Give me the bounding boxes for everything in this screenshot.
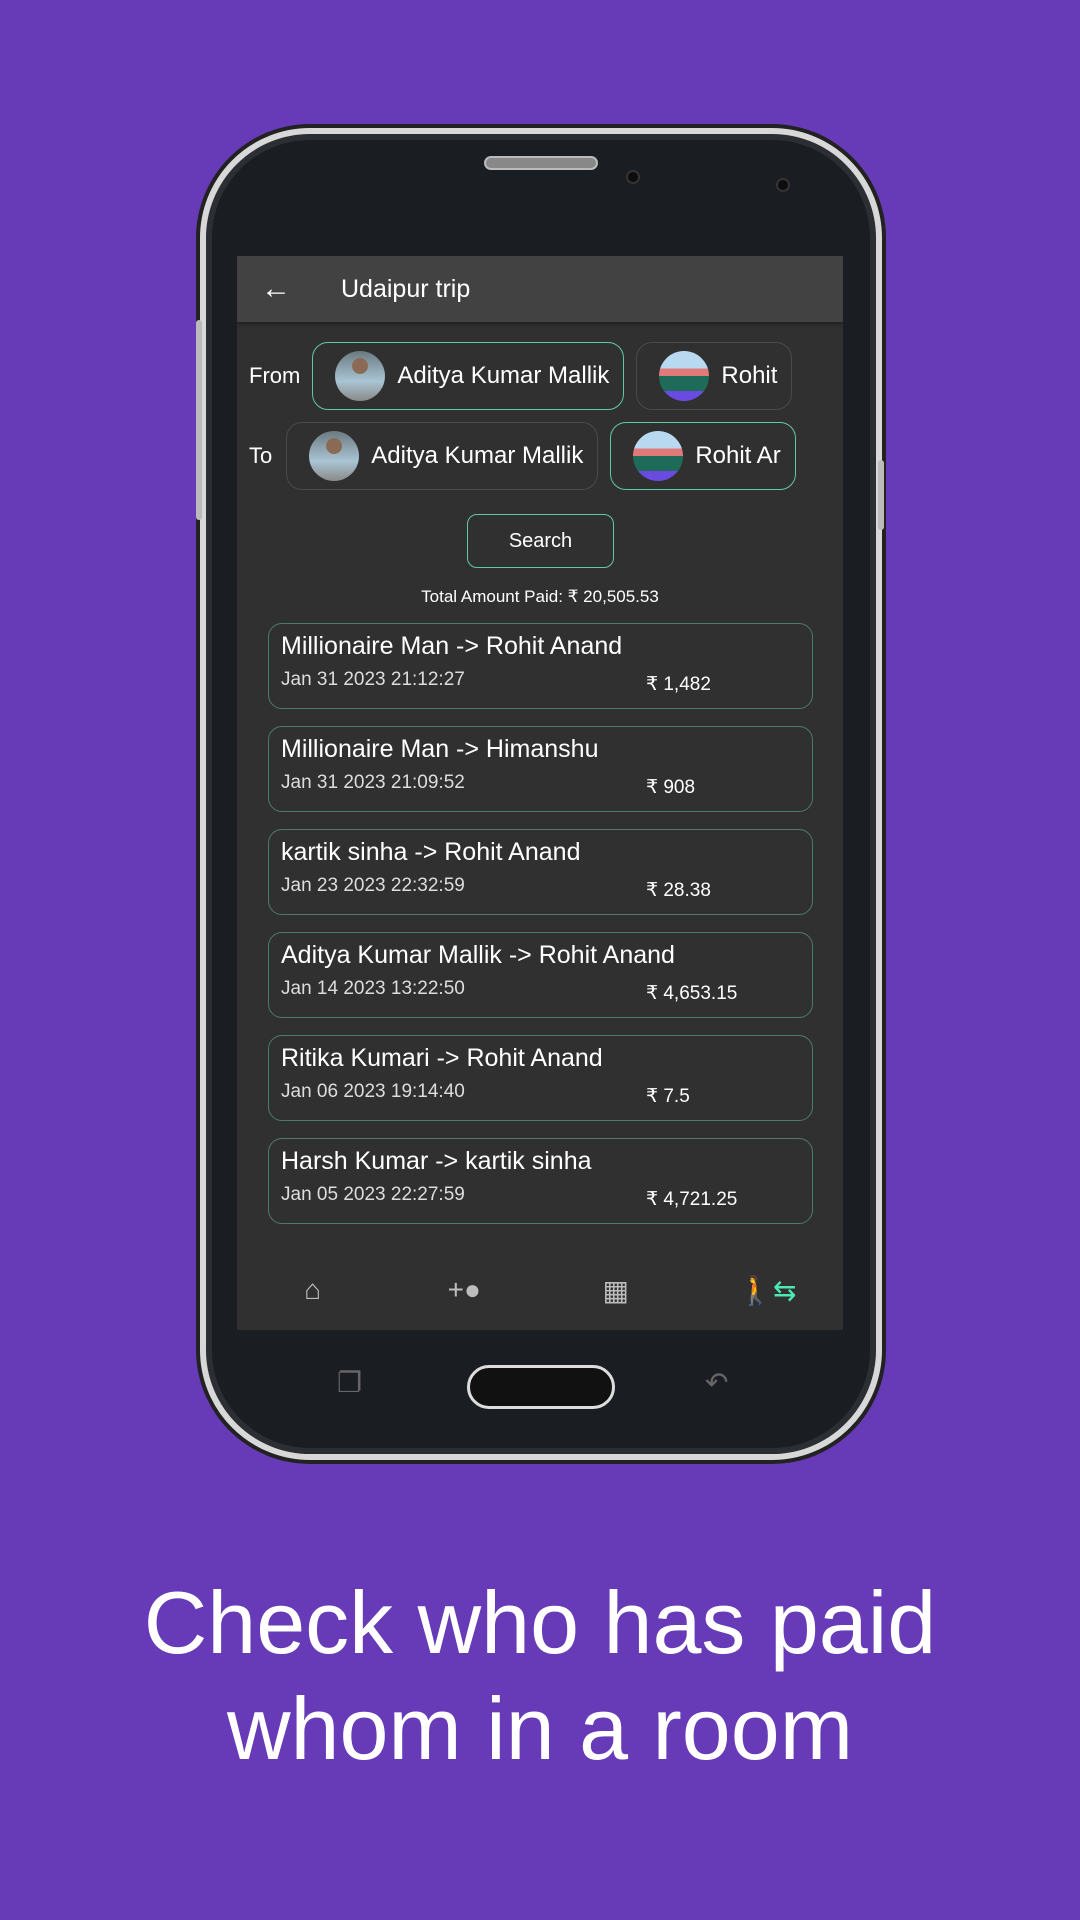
avatar: [309, 431, 360, 481]
add-person-icon[interactable]: +●: [434, 1274, 494, 1306]
transaction-card[interactable]: kartik sinha -> Rohit Anand Jan 23 2023 …: [268, 829, 813, 915]
caption: Check who has paid whom in a room: [0, 1570, 1080, 1782]
from-row: From Aditya Kumar Mallik Rohit: [249, 342, 804, 410]
transaction-amount: ₹ 28.38: [646, 880, 711, 901]
app-bar: ← Udaipur trip: [237, 256, 843, 322]
avatar: [659, 351, 710, 401]
transaction-names: Harsh Kumar -> kartik sinha: [281, 1147, 592, 1175]
chip-label: Rohit Ar: [695, 442, 781, 469]
total-amount: Total Amount Paid: ₹ 20,505.53: [421, 587, 659, 606]
transaction-card[interactable]: Ritika Kumari -> Rohit Anand Jan 06 2023…: [268, 1035, 813, 1121]
from-label: From: [249, 363, 301, 388]
sensor-icon: [776, 178, 790, 192]
transaction-card[interactable]: Millionaire Man -> Rohit Anand Jan 31 20…: [268, 623, 813, 709]
to-row: To Aditya Kumar Mallik Rohit Ar: [249, 422, 808, 490]
chart-icon[interactable]: ▦: [586, 1274, 646, 1307]
avatar: [335, 351, 386, 401]
from-chip[interactable]: Aditya Kumar Mallik: [312, 342, 625, 410]
home-button[interactable]: [467, 1365, 615, 1409]
transaction-names: Millionaire Man -> Himanshu: [281, 735, 599, 763]
transaction-amount: ₹ 908: [646, 777, 696, 798]
transaction-amount: ₹ 4,721.25: [646, 1189, 738, 1210]
avatar: [633, 431, 684, 481]
recent-apps-icon[interactable]: ❐: [337, 1366, 362, 1399]
home-icon[interactable]: ⌂: [283, 1274, 343, 1306]
chip-label: Aditya Kumar Mallik: [371, 442, 584, 469]
volume-button: [196, 320, 202, 520]
to-chip[interactable]: Rohit Ar: [610, 422, 796, 490]
phone-speaker: [484, 156, 598, 170]
camera-icon: [626, 170, 640, 184]
transaction-card[interactable]: Aditya Kumar Mallik -> Rohit Anand Jan 1…: [268, 932, 813, 1018]
to-chip[interactable]: Aditya Kumar Mallik: [286, 422, 599, 490]
to-label: To: [249, 443, 273, 468]
transaction-names: Aditya Kumar Mallik -> Rohit Anand: [281, 941, 675, 969]
bottom-nav: ⌂ +● ▦ 🚶⇆: [237, 1250, 843, 1330]
power-button: [878, 460, 884, 530]
back-arrow-icon[interactable]: ←: [261, 272, 301, 306]
transaction-names: kartik sinha -> Rohit Anand: [281, 838, 581, 866]
transaction-amount: ₹ 4,653.15: [646, 983, 738, 1004]
back-icon[interactable]: ↶: [705, 1366, 728, 1399]
transaction-names: Ritika Kumari -> Rohit Anand: [281, 1044, 603, 1072]
transaction-card[interactable]: Millionaire Man -> Himanshu Jan 31 2023 …: [268, 726, 813, 812]
transaction-amount: ₹ 7.5: [646, 1086, 690, 1107]
page-title: Udaipur trip: [341, 274, 471, 303]
chip-label: Rohit: [721, 362, 778, 389]
transaction-card[interactable]: Harsh Kumar -> kartik sinha Jan 05 2023 …: [268, 1138, 813, 1224]
caption-line: whom in a room: [226, 1679, 853, 1778]
payments-transfer-icon[interactable]: 🚶⇆: [737, 1274, 797, 1307]
transaction-names: Millionaire Man -> Rohit Anand: [281, 632, 623, 660]
from-chip[interactable]: Rohit: [636, 342, 793, 410]
app-screen: ← Udaipur trip From Aditya Kumar Mallik …: [237, 256, 843, 1330]
caption-line: Check who has paid: [143, 1573, 937, 1672]
transaction-amount: ₹ 1,482: [646, 674, 711, 695]
chip-label: Aditya Kumar Mallik: [397, 362, 610, 389]
search-button[interactable]: Search: [467, 514, 614, 568]
